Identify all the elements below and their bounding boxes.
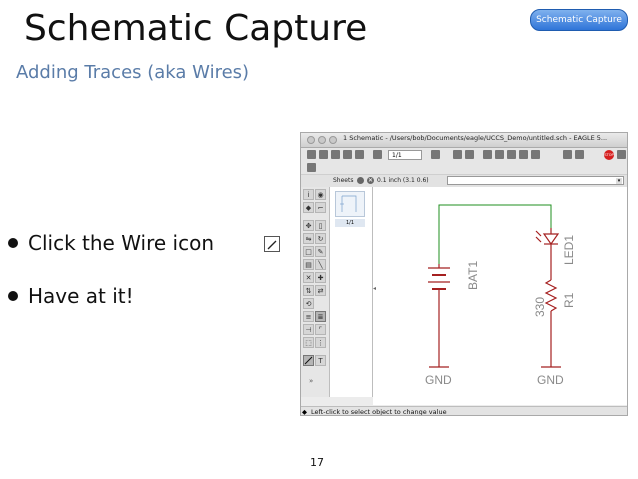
smash-icon[interactable]: ≣ <box>315 311 326 322</box>
ground-label-right: GND <box>537 373 564 387</box>
zoom-out-icon[interactable] <box>507 150 516 159</box>
save-icon[interactable] <box>319 150 328 159</box>
group-icon[interactable]: □ <box>303 246 314 257</box>
pinswap-icon[interactable]: ⇅ <box>303 285 314 296</box>
wire-tool-icon[interactable] <box>303 355 314 366</box>
main-toolbar: 1/1 STOP <box>301 148 627 162</box>
battery-symbol[interactable] <box>428 264 450 368</box>
sheet-icon[interactable] <box>373 150 382 159</box>
text-icon[interactable]: T <box>315 355 326 366</box>
replace-icon[interactable]: ⟲ <box>303 298 314 309</box>
name-icon[interactable]: ≡ <box>303 311 314 322</box>
sheets-pane: 1/1 <box>330 187 373 397</box>
rotate-icon[interactable]: ↻ <box>315 233 326 244</box>
bullet-text: Have at it! <box>28 284 134 308</box>
zoom-fit-icon[interactable] <box>483 150 492 159</box>
splitter-marker: ◂ <box>373 285 376 292</box>
minimize-window-button[interactable] <box>318 136 326 144</box>
ground-label-left: GND <box>425 373 452 387</box>
resistor-value: 330 <box>533 297 547 317</box>
page-number: 17 <box>310 456 324 469</box>
wire-icon <box>264 236 280 252</box>
close-icon[interactable]: ✕ <box>367 177 374 184</box>
mark-icon[interactable]: ⌐ <box>315 202 326 213</box>
value-icon[interactable]: ╲ <box>315 259 326 270</box>
grid-coordinate-readout: 0.1 inch (3.1 0.6) <box>377 177 429 184</box>
schematic-canvas[interactable]: BAT1 LED1 330 R1 GND GND ◂ <box>373 187 627 405</box>
eye-icon[interactable]: ◉ <box>315 189 326 200</box>
zoom-select-icon[interactable] <box>531 150 540 159</box>
delete-icon[interactable]: ✕ <box>303 272 314 283</box>
bullet-dot <box>8 237 18 248</box>
slide-subtitle: Adding Traces (aka Wires) <box>16 62 250 83</box>
print-icon[interactable] <box>331 150 340 159</box>
section-badge[interactable]: Schematic Capture <box>530 9 628 31</box>
bullet-text: Click the Wire icon <box>28 231 214 255</box>
info-icon[interactable]: i <box>303 189 314 200</box>
window-title: 1 Schematic - /Users/bob/Documents/eagle… <box>343 134 608 142</box>
cam-icon[interactable] <box>343 150 352 159</box>
mirror-icon[interactable]: ⇋ <box>303 233 314 244</box>
add-icon[interactable]: ✚ <box>315 272 326 283</box>
led-symbol[interactable] <box>535 228 560 275</box>
open-icon[interactable] <box>307 150 316 159</box>
tool-palette: i ◉ ◆ ⌐ ✥ ▯ ⇋ ↻ □ ✎ ▤ ╲ ✕ ✚ ⇅ ⇄ ⟲ ≡ ≣ ⊣ … <box>301 187 330 397</box>
secondary-toolbar <box>301 162 627 174</box>
close-window-button[interactable] <box>307 136 315 144</box>
eagle-schematic-window: 1 Schematic - /Users/bob/Documents/eagle… <box>300 132 628 416</box>
command-line-input[interactable]: ▾ <box>447 176 624 185</box>
paste-icon[interactable]: ▤ <box>303 259 314 270</box>
resistor-name: R1 <box>562 292 576 308</box>
grid-icon[interactable] <box>307 163 316 172</box>
board-icon[interactable] <box>355 150 364 159</box>
slide-title: Schematic Capture <box>24 8 368 49</box>
split-icon[interactable]: ⊣ <box>303 324 314 335</box>
copy-icon[interactable]: ▯ <box>315 220 326 231</box>
run-ulp-icon[interactable] <box>465 150 474 159</box>
led-label: LED1 <box>562 235 576 265</box>
net-icon[interactable]: ⋮ <box>315 337 326 348</box>
redraw-icon[interactable] <box>519 150 528 159</box>
chevron-down-icon[interactable]: ▾ <box>616 178 622 184</box>
sheet-selector[interactable]: 1/1 <box>388 150 422 160</box>
gateswap-icon[interactable]: ⇄ <box>315 285 326 296</box>
bullet-item-2: Have at it! <box>8 284 134 308</box>
status-bar: ◆ Left-click to select object to change … <box>301 406 627 416</box>
invoke-icon[interactable]: ⬚ <box>303 337 314 348</box>
bullet-dot <box>8 290 18 301</box>
sheet-thumbnail-label: 1/1 <box>335 219 365 227</box>
sheets-label: Sheets <box>333 177 354 184</box>
parameter-toolbar: Sheets ✕ 0.1 inch (3.1 0.6) ▾ <box>301 174 627 188</box>
go-icon[interactable] <box>617 150 626 159</box>
wire-net[interactable] <box>438 204 552 264</box>
status-text: Left-click to select object to change va… <box>311 408 447 416</box>
resistor-symbol[interactable] <box>541 275 561 368</box>
display-icon[interactable]: ◆ <box>303 202 314 213</box>
sheet-thumbnail[interactable] <box>335 191 365 217</box>
zoom-in-icon[interactable] <box>495 150 504 159</box>
use-library-icon[interactable] <box>431 150 440 159</box>
zoom-window-button[interactable] <box>329 136 337 144</box>
change-icon[interactable]: ✎ <box>315 246 326 257</box>
stop-button[interactable]: STOP <box>604 150 614 160</box>
undo-icon[interactable] <box>563 150 572 159</box>
script-icon[interactable] <box>453 150 462 159</box>
sheets-options-icon[interactable] <box>357 177 364 184</box>
bullet-item-1: Click the Wire icon <box>8 231 214 255</box>
status-arrow-icon: ◆ <box>302 408 307 416</box>
redo-icon[interactable] <box>575 150 584 159</box>
window-titlebar[interactable]: 1 Schematic - /Users/bob/Documents/eagle… <box>301 133 627 148</box>
move-icon[interactable]: ✥ <box>303 220 314 231</box>
expand-palette-icon[interactable]: » <box>309 377 313 385</box>
battery-label: BAT1 <box>466 261 480 290</box>
miter-icon[interactable]: ⌜ <box>315 324 326 335</box>
